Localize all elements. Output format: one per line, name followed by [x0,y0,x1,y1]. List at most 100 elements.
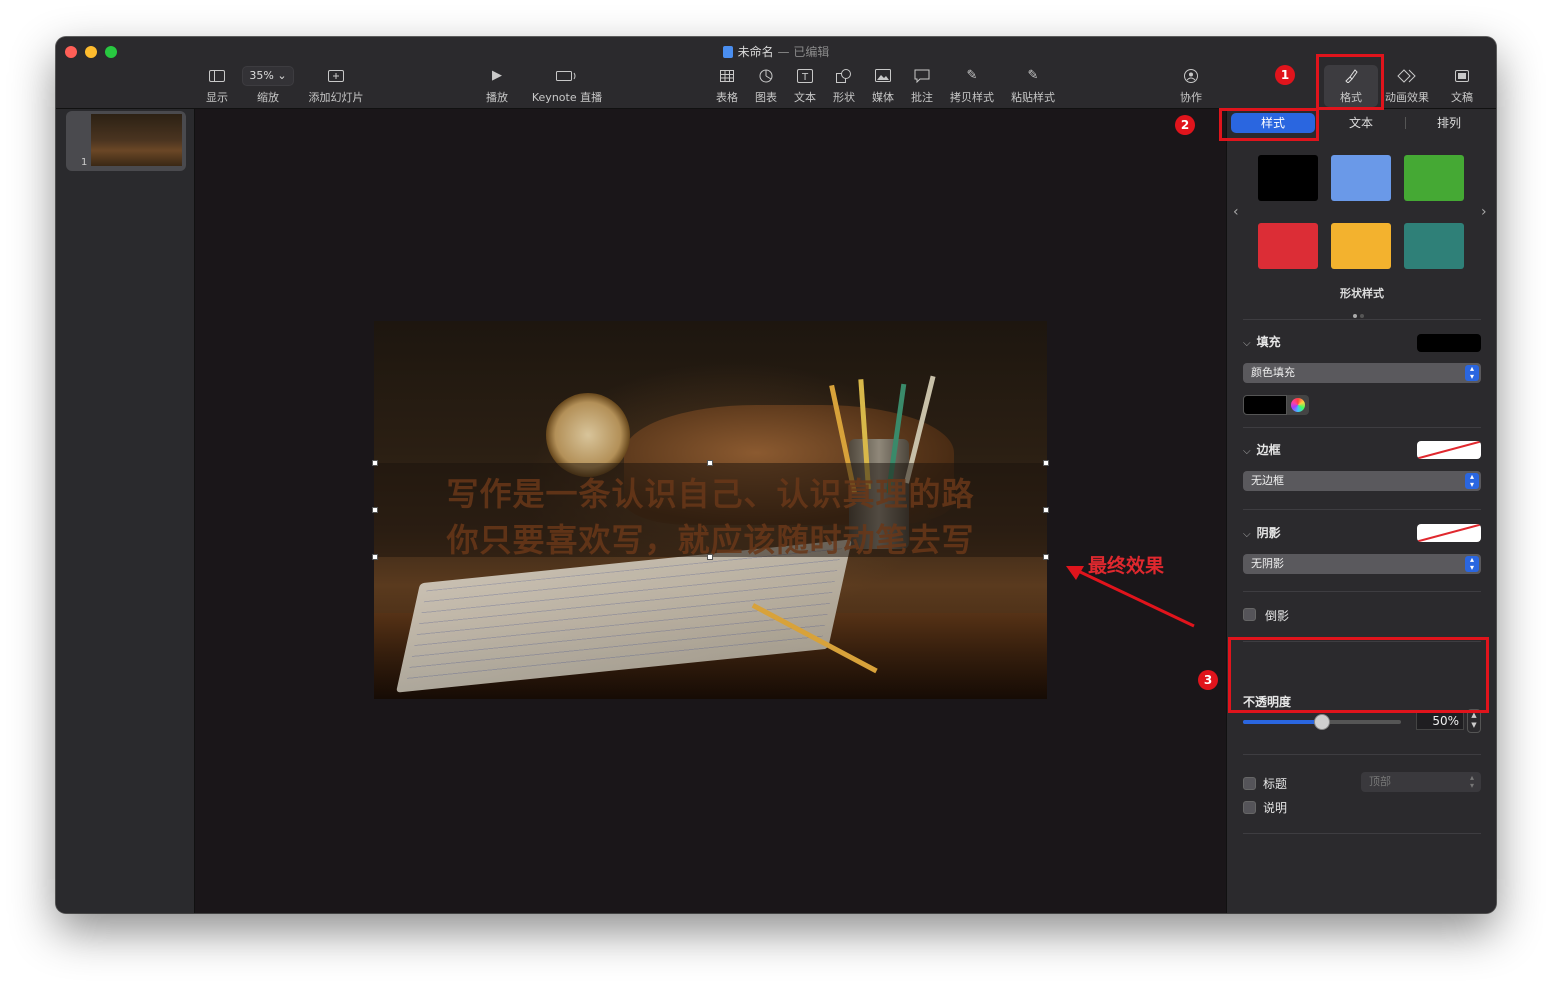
title-position-select[interactable]: 顶部 ▴ ▾ [1361,772,1481,792]
tab-divider [1405,117,1406,129]
shape-icon [829,65,859,87]
keynote-live-button[interactable]: Keynote 直播 [530,65,604,105]
chart-label: 图表 [755,91,777,104]
chevron-left-icon[interactable]: ‹ [1233,204,1239,220]
tab-text[interactable]: 文本 [1319,113,1403,133]
view-button[interactable]: 显示 [202,65,232,105]
animate-button[interactable]: 动画效果 [1382,65,1432,105]
animate-label: 动画效果 [1385,91,1429,104]
fill-title: 填充 [1256,335,1281,349]
divider [1243,427,1481,428]
media-label: 媒体 [872,91,894,104]
table-button[interactable]: 表格 [712,65,742,105]
document-panel-icon [1447,65,1477,87]
paste-style-button[interactable]: ✎ 粘贴样式 [1007,65,1059,105]
zoom-dropdown[interactable]: 35% ⌄ [242,66,294,86]
animate-diamond-icon [1382,65,1432,87]
chevron-right-icon[interactable]: › [1481,204,1487,220]
shape-label: 形状 [833,91,855,104]
description-label: 说明 [1263,801,1288,815]
shape-style-swatch[interactable] [1404,155,1464,201]
shadow-type-value: 无阴影 [1251,557,1284,570]
comment-label: 批注 [911,91,933,104]
divider [1243,319,1481,320]
fill-color-picker[interactable] [1243,395,1287,415]
shape-style-swatch[interactable] [1258,223,1318,269]
shadow-section-toggle[interactable]: ⌵ 阴影 [1243,524,1281,541]
slide-text-line-1[interactable]: 写作是一条认识自己、认识真理的路 [374,469,1047,515]
slide[interactable]: 写作是一条认识自己、认识真理的路 你只要喜欢写，就应该随时动笔去写 [374,321,1047,699]
divider [1243,591,1481,592]
description-checkbox[interactable] [1243,801,1256,814]
slide-thumbnail-1[interactable]: 1 [66,111,186,171]
shape-button[interactable]: 形状 [829,65,859,105]
chart-button[interactable]: 图表 [751,65,781,105]
opacity-slider-fill [1243,720,1322,724]
reflection-label: 倒影 [1265,609,1290,623]
resize-handle[interactable] [372,460,378,466]
sidebar-icon [202,65,232,87]
border-section-toggle[interactable]: ⌵ 边框 [1243,441,1281,458]
document-icon [722,46,733,58]
play-icon: ▶ [492,68,502,83]
opacity-slider-knob[interactable] [1314,714,1330,730]
resize-handle[interactable] [1043,460,1049,466]
opacity-value-field[interactable]: 50% [1416,712,1464,730]
add-slide-icon [306,65,366,87]
color-wheel-icon[interactable] [1287,395,1309,415]
document-button[interactable]: 文稿 [1447,65,1477,105]
fill-section-toggle[interactable]: ⌵ 填充 [1243,333,1281,350]
annotation-opacity-box [1228,637,1489,713]
collaborate-icon [1176,65,1206,87]
comment-button[interactable]: 批注 [907,65,937,105]
fill-type-value: 颜色填充 [1251,366,1295,379]
eyedropper-icon: ✎ [966,68,978,83]
title-position-value: 顶部 [1369,775,1391,788]
annotation-badge-3: 3 [1198,670,1218,690]
chart-icon [751,65,781,87]
fill-type-select[interactable]: 颜色填充 ▴ ▾ [1243,363,1481,383]
updown-chevron-icon: ▴ ▾ [1469,773,1474,790]
play-label: 播放 [486,91,508,104]
resize-handle[interactable] [1043,554,1049,560]
shape-style-swatch[interactable] [1404,223,1464,269]
opacity-slider[interactable] [1243,714,1401,730]
resize-handle[interactable] [372,507,378,513]
shadow-color-well[interactable] [1417,524,1481,542]
shape-style-swatch[interactable] [1258,155,1318,201]
shape-style-swatch[interactable] [1331,223,1391,269]
tab-arrange[interactable]: 排列 [1407,113,1491,133]
shape-styles-label: 形状样式 [1340,287,1384,300]
add-slide-label: 添加幻灯片 [308,91,364,104]
updown-chevron-icon: ▴ ▾ [1465,556,1479,572]
resize-handle[interactable] [707,460,713,466]
text-button[interactable]: T 文本 [790,65,820,105]
window-title: 未命名 — 已编辑 [56,43,1496,60]
title-checkbox[interactable] [1243,777,1256,790]
add-slide-button[interactable]: 添加幻灯片 [306,65,366,105]
shape-style-swatch[interactable] [1331,155,1391,201]
play-button[interactable]: ▶ 播放 [482,65,512,105]
copy-style-button[interactable]: ✎ 拷贝样式 [946,65,998,105]
divider [1243,833,1481,834]
resize-handle[interactable] [707,554,713,560]
media-icon [868,65,898,87]
resize-handle[interactable] [372,554,378,560]
fill-color-well[interactable] [1417,334,1481,352]
border-color-well[interactable] [1417,441,1481,459]
collaborate-button[interactable]: 协作 [1176,65,1206,105]
annotation-final-effect-label: 最终效果 [1088,555,1165,577]
title-label: 标题 [1263,777,1288,791]
border-type-select[interactable]: 无边框 ▴ ▾ [1243,471,1481,491]
slide-canvas[interactable]: 写作是一条认识自己、认识真理的路 你只要喜欢写，就应该随时动笔去写 [196,109,1225,913]
document-name: 未命名 [737,45,774,59]
annotation-badge-2: 2 [1175,115,1195,135]
annotation-badge-1: 1 [1275,65,1295,85]
media-button[interactable]: 媒体 [868,65,898,105]
shadow-type-select[interactable]: 无阴影 ▴ ▾ [1243,554,1481,574]
updown-chevron-icon: ▴ ▾ [1465,365,1479,381]
zoom-control[interactable]: 35% ⌄ 缩放 [240,65,296,105]
resize-handle[interactable] [1043,507,1049,513]
shadow-title: 阴影 [1256,526,1281,540]
reflection-checkbox[interactable] [1243,608,1256,621]
